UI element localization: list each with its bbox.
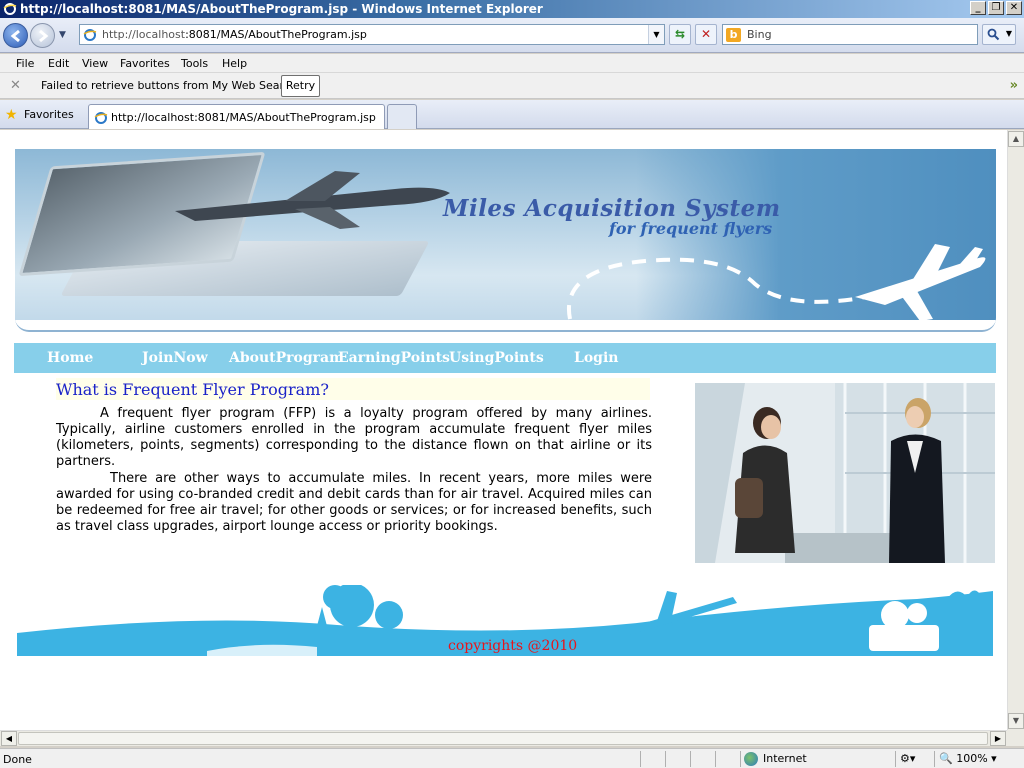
status-divider	[934, 751, 935, 767]
site-nav-bar: Home JoinNow AboutProgram EarningPoints …	[14, 343, 996, 373]
menu-tools[interactable]: Tools	[181, 57, 208, 70]
url-host: http://localhost	[102, 28, 186, 41]
nav-aboutprogram-link[interactable]: AboutProgram	[229, 350, 344, 366]
retry-button[interactable]: Retry	[281, 75, 320, 97]
minimize-button[interactable]: _	[970, 1, 986, 15]
banner-title: Miles Acquisition System	[443, 195, 781, 222]
search-placeholder: Bing	[747, 28, 772, 41]
ie-logo-icon	[3, 3, 17, 15]
window-title: http://localhost:8081/MAS/AboutTheProgra…	[20, 2, 543, 16]
scroll-right-button[interactable]: ▶	[990, 731, 1006, 746]
arrow-right-icon	[39, 29, 49, 43]
status-divider	[665, 751, 666, 767]
toolbar-expand-icon[interactable]: »	[1010, 78, 1018, 93]
site-footer: copyrights @2010	[17, 583, 993, 656]
recent-pages-dropdown[interactable]: ▼	[59, 30, 66, 40]
airport-check-in-image	[695, 383, 995, 563]
menu-help[interactable]: Help	[222, 57, 247, 70]
banner-bottom-strip	[15, 320, 996, 330]
scroll-left-button[interactable]: ◀	[1, 731, 17, 746]
banner-subtitle: for frequent flyers	[609, 219, 773, 238]
globe-icon	[744, 752, 758, 766]
menu-edit[interactable]: Edit	[48, 57, 69, 70]
close-icon[interactable]: ✕	[10, 78, 21, 93]
nav-usingpoints-link[interactable]: UsingPoints	[449, 350, 544, 366]
scroll-up-button[interactable]: ▲	[1008, 131, 1024, 147]
vertical-scrollbar[interactable]: ▲ ▼	[1007, 130, 1024, 730]
nav-earningpoints-link[interactable]: EarningPoints	[338, 350, 450, 366]
status-divider	[895, 751, 896, 767]
star-icon: ★	[5, 107, 18, 123]
search-icon	[987, 28, 1000, 41]
bing-icon: b	[726, 28, 741, 42]
search-options-dropdown[interactable]: ▼	[1006, 29, 1012, 38]
site-banner: Miles Acquisition System for frequent fl…	[15, 149, 996, 332]
new-tab-button[interactable]	[387, 104, 417, 129]
airport-photo	[695, 383, 995, 563]
refresh-button[interactable]: ⇆	[669, 24, 691, 45]
scroll-down-button[interactable]: ▼	[1008, 713, 1024, 729]
toolbar-error-message: Failed to retrieve buttons from My Web S…	[41, 79, 301, 92]
content-heading: What is Frequent Flyer Program?	[56, 380, 329, 399]
menu-view[interactable]: View	[82, 57, 108, 70]
url-path: :8081/MAS/AboutTheProgram.jsp	[185, 28, 367, 41]
status-divider	[715, 751, 716, 767]
status-bar: Done Internet ⚙▾ 🔍 100% ▾	[0, 748, 1024, 768]
plane-over-laptop-icon	[175, 171, 450, 229]
menu-bar: File Edit View Favorites Tools Help	[0, 54, 1024, 73]
tab-title: http://localhost:8081/MAS/AboutTheProgra…	[111, 111, 376, 124]
status-text: Done	[3, 753, 32, 766]
status-divider	[690, 751, 691, 767]
favorites-tab-bar: ★ Favorites http://localhost:8081/MAS/Ab…	[0, 100, 1024, 129]
zone-label: Internet	[763, 752, 807, 765]
content-paragraph-2: There are other ways to accumulate miles…	[56, 471, 652, 534]
content-heading-box: What is Frequent Flyer Program?	[56, 378, 650, 400]
copyright-text: copyrights @2010	[448, 638, 578, 654]
address-dropdown[interactable]: ▼	[648, 25, 664, 44]
menu-file[interactable]: File	[16, 57, 34, 70]
search-input[interactable]: b Bing	[722, 24, 978, 45]
nav-joinnow-link[interactable]: JoinNow	[142, 350, 208, 366]
horizontal-scroll-thumb[interactable]	[18, 732, 988, 745]
zoom-level: 100%	[956, 752, 988, 765]
window-title-bar: http://localhost:8081/MAS/AboutTheProgra…	[0, 0, 1024, 18]
nav-home-link[interactable]: Home	[47, 350, 93, 366]
arrow-left-icon	[10, 29, 20, 43]
ie-page-icon	[94, 112, 108, 124]
zoom-control[interactable]: 🔍 100% ▾	[939, 751, 997, 767]
search-button[interactable]: ▼	[982, 24, 1016, 45]
menu-favorites[interactable]: Favorites	[120, 57, 170, 70]
tab-current-page[interactable]: http://localhost:8081/MAS/AboutTheProgra…	[88, 104, 385, 129]
address-bar[interactable]: http://localhost:8081/MAS/AboutTheProgra…	[79, 24, 665, 45]
horizontal-scrollbar[interactable]: ◀ ▶	[0, 730, 1007, 746]
security-zone[interactable]: Internet	[744, 751, 807, 767]
protected-mode-icon[interactable]: ⚙▾	[900, 751, 915, 767]
content-paragraph-1: A frequent flyer program (FFP) is a loya…	[56, 406, 652, 469]
restore-button[interactable]: ❐	[988, 1, 1004, 15]
nav-login-link[interactable]: Login	[574, 350, 618, 366]
address-url[interactable]: http://localhost:8081/MAS/AboutTheProgra…	[102, 28, 367, 41]
close-window-button[interactable]: ✕	[1006, 1, 1022, 15]
page-viewport: Miles Acquisition System for frequent fl…	[0, 130, 1007, 730]
status-divider	[640, 751, 641, 767]
forward-button[interactable]	[30, 23, 55, 48]
favorites-button[interactable]: Favorites	[24, 108, 74, 121]
back-button[interactable]	[3, 23, 28, 48]
scrollbar-corner	[1007, 730, 1024, 746]
flight-path-plane-icon	[566, 244, 986, 321]
ie-page-icon	[83, 29, 97, 41]
toolbar-message-bar: ✕ Failed to retrieve buttons from My Web…	[0, 73, 1024, 99]
stop-button[interactable]: ✕	[695, 24, 717, 45]
address-toolbar: ▼ http://localhost:8081/MAS/AboutTheProg…	[0, 18, 1024, 53]
status-divider	[740, 751, 741, 767]
